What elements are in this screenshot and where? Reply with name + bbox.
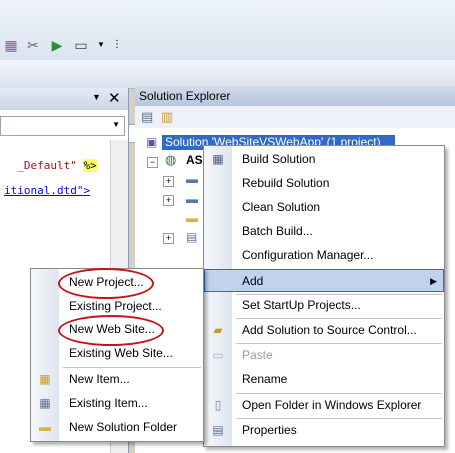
expand-icon[interactable]: + — [163, 195, 174, 206]
menu-item-paste: ▭ Paste — [204, 344, 444, 367]
existing-item-icon: ▦ — [39, 396, 51, 410]
toolbox-icon[interactable]: ▦ — [2, 36, 20, 54]
menu-item-rename[interactable]: Rename — [204, 368, 444, 391]
asp-tag: %> — [83, 159, 97, 172]
menu-item-rebuild-solution[interactable]: Rebuild Solution — [204, 172, 444, 195]
folder-icon: ▬ — [186, 211, 198, 225]
solution-folder-icon: ▬ — [39, 420, 51, 434]
properties-icon[interactable]: ▤ — [141, 109, 153, 125]
expand-icon[interactable]: + — [163, 176, 174, 187]
close-icon[interactable]: ✕ — [108, 89, 121, 107]
menu-item-open-folder[interactable]: ▯ Open Folder in Windows Explorer — [204, 394, 444, 417]
overflow-icon[interactable]: ⋮ — [108, 36, 126, 54]
panel-title: Solution Explorer — [139, 89, 231, 103]
annotation-circle — [58, 268, 154, 299]
tools-icon[interactable]: ✂ — [24, 36, 42, 54]
menu-item-label: Properties — [242, 423, 297, 437]
solution-explorer-toolbar: ▤ ▥ — [135, 106, 455, 128]
menu-item-label: Add — [242, 274, 264, 288]
window-icon[interactable]: ▭ — [72, 36, 90, 54]
submenu-item-new-item[interactable]: ▦ New Item... — [31, 368, 203, 391]
menu-item-label: Existing Item... — [69, 396, 148, 410]
menu-item-label: Add Solution to Source Control... — [242, 323, 417, 337]
menu-item-add[interactable]: Add ▶ — [204, 269, 444, 292]
code-line: _Default" %> — [4, 146, 97, 172]
menu-item-label: Rebuild Solution — [242, 176, 330, 190]
build-icon: ▦ — [212, 152, 224, 166]
collapse-icon[interactable]: − — [147, 157, 158, 168]
menu-item-batch-build[interactable]: Batch Build... — [204, 220, 444, 243]
menu-item-label: Set StartUp Projects... — [242, 298, 361, 312]
menu-item-label: Rename — [242, 372, 288, 386]
run-icon[interactable]: ▶ — [48, 36, 66, 54]
properties-icon: ▤ — [212, 423, 224, 437]
code-line: itional.dtd"> — [4, 184, 91, 197]
folder-icon: ▬ — [186, 172, 198, 186]
editor-tab-strip: ▼ ✕ — [0, 88, 128, 110]
submenu-item-existing-item[interactable]: ▦ Existing Item... — [31, 392, 203, 415]
menu-item-label: New Item... — [69, 372, 130, 386]
website-icon: ◍ — [165, 152, 177, 167]
menu-item-label: Batch Build... — [242, 224, 313, 238]
annotation-circle — [58, 315, 164, 346]
expand-icon[interactable]: + — [163, 233, 174, 244]
solution-icon: ▣ — [146, 135, 158, 149]
solution-context-menu: ▦ Build Solution Rebuild Solution Clean … — [203, 145, 445, 447]
menu-item-build-solution[interactable]: ▦ Build Solution — [204, 148, 444, 171]
menu-item-set-startup-projects[interactable]: Set StartUp Projects... — [204, 294, 444, 317]
menu-item-add-to-source-control[interactable]: ▰ Add Solution to Source Control... — [204, 319, 444, 342]
formatting-toolbar: ▼ ▼ ▼ B I U A ✎ ≡ ▼ ☰ ☷ — [0, 60, 455, 143]
paste-icon: ▭ — [212, 348, 224, 362]
folder-icon: ▯ — [214, 398, 222, 412]
menu-item-properties[interactable]: ▤ Properties — [204, 419, 444, 442]
menu-item-clean-solution[interactable]: Clean Solution — [204, 196, 444, 219]
menu-item-label: New Solution Folder — [69, 420, 178, 434]
menu-item-label: Clean Solution — [242, 200, 321, 214]
menu-item-label: Configuration Manager... — [242, 248, 374, 262]
submenu-item-new-solution-folder[interactable]: ▬ New Solution Folder — [31, 416, 203, 439]
solution-explorer-header: Solution Explorer — [135, 86, 455, 107]
code-text: _Default" — [17, 159, 84, 172]
member-combo[interactable]: ▼ — [0, 116, 125, 136]
menu-item-label: Open Folder in Windows Explorer — [242, 398, 422, 412]
menu-item-label: Paste — [242, 348, 273, 362]
menu-item-configuration-manager[interactable]: Configuration Manager... — [204, 244, 444, 267]
standard-toolbar: ▦ ✂ ▶ ▭ ▼ ⋮ — [0, 0, 455, 61]
folder-icon: ▬ — [186, 192, 198, 206]
source-control-icon: ▰ — [213, 323, 223, 337]
chevron-right-icon: ▶ — [430, 276, 437, 286]
menu-item-label: Build Solution — [242, 152, 316, 166]
chevron-down-icon[interactable]: ▼ — [92, 92, 101, 102]
project-node[interactable]: AS — [186, 153, 203, 167]
file-icon: ▤ — [186, 230, 198, 244]
chevron-down-icon: ▼ — [112, 120, 120, 129]
show-all-files-icon[interactable]: ▥ — [161, 109, 173, 125]
new-item-icon: ▦ — [39, 372, 51, 386]
